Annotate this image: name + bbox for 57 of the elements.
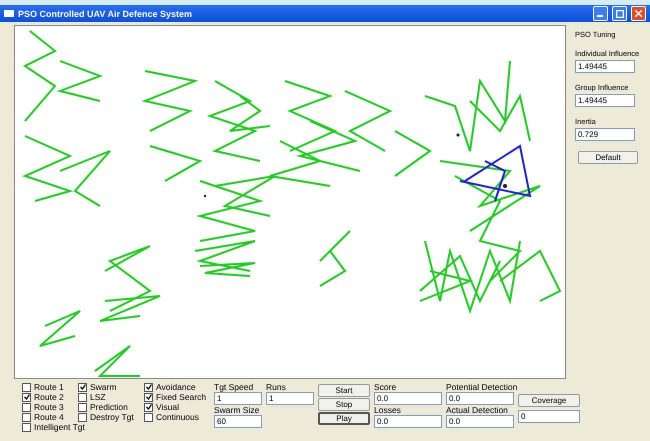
maximize-icon: [616, 10, 624, 18]
checkbox[interactable]: [22, 382, 31, 392]
checkbox[interactable]: [78, 412, 87, 422]
checkbox-label: Destroy Tgt: [90, 412, 134, 422]
checkbox-label: Intelligent Tgt: [34, 422, 85, 432]
minimize-button[interactable]: [593, 6, 608, 21]
checkbox[interactable]: [78, 382, 87, 392]
input-field[interactable]: 0: [518, 410, 580, 423]
action-button[interactable]: Start: [318, 384, 370, 397]
checkbox-label: Route 1: [34, 382, 64, 392]
checkbox[interactable]: [22, 392, 31, 402]
input-field[interactable]: 0.0: [446, 392, 514, 405]
checkbox[interactable]: [144, 392, 153, 402]
checkbox[interactable]: [22, 422, 31, 432]
checkbox[interactable]: [144, 412, 153, 422]
close-button[interactable]: [631, 6, 646, 21]
window-title: PSO Controlled UAV Air Defence System: [18, 8, 194, 18]
field-label: Score: [374, 382, 398, 392]
checkbox[interactable]: [144, 382, 153, 392]
input-field[interactable]: 0.0: [374, 392, 442, 405]
checkbox-label: Route 4: [34, 412, 64, 422]
checkbox[interactable]: [22, 402, 31, 412]
coverage-button[interactable]: Coverage: [518, 394, 580, 407]
checkbox-label: Fixed Search: [156, 392, 206, 402]
input-field[interactable]: 0.729: [575, 128, 635, 141]
field-label: Losses: [374, 405, 402, 415]
field-label: Tgt Speed: [214, 382, 254, 392]
check-icon: [24, 394, 30, 400]
close-icon: [635, 10, 642, 17]
input-field[interactable]: 1.49445: [575, 94, 635, 107]
checkbox-label: Swarm: [90, 382, 116, 392]
checkbox-label: Prediction: [90, 402, 128, 412]
checkbox-label: Continuous: [156, 412, 200, 422]
input-field[interactable]: 60: [214, 415, 262, 428]
maximize-button[interactable]: [612, 6, 627, 21]
input-field[interactable]: 1: [266, 392, 314, 405]
input-field[interactable]: 1: [214, 392, 262, 405]
field-label: Actual Detection: [446, 405, 509, 415]
action-button[interactable]: Stop: [318, 398, 370, 411]
checkbox[interactable]: [78, 402, 87, 412]
input-field[interactable]: 1.49445: [575, 60, 635, 73]
window-icon: [4, 10, 14, 17]
checkbox-label: Avoidance: [156, 382, 196, 392]
field-label: Runs: [266, 382, 287, 392]
field-label: Swarm Size: [214, 405, 260, 415]
checkbox-label: Visual: [156, 402, 179, 412]
checkbox-label: Route 2: [34, 392, 64, 402]
checkbox-label: Route 3: [34, 402, 64, 412]
input-field[interactable]: 0.0: [446, 415, 514, 428]
checkbox[interactable]: [22, 412, 31, 422]
check-icon: [80, 384, 86, 390]
input-field[interactable]: 0.0: [374, 415, 442, 428]
action-button[interactable]: Play: [318, 412, 370, 425]
default-button[interactable]: Default: [578, 151, 638, 164]
checkbox[interactable]: [144, 402, 153, 412]
checkbox[interactable]: [78, 392, 87, 402]
checkbox-label: LSZ: [90, 392, 106, 402]
